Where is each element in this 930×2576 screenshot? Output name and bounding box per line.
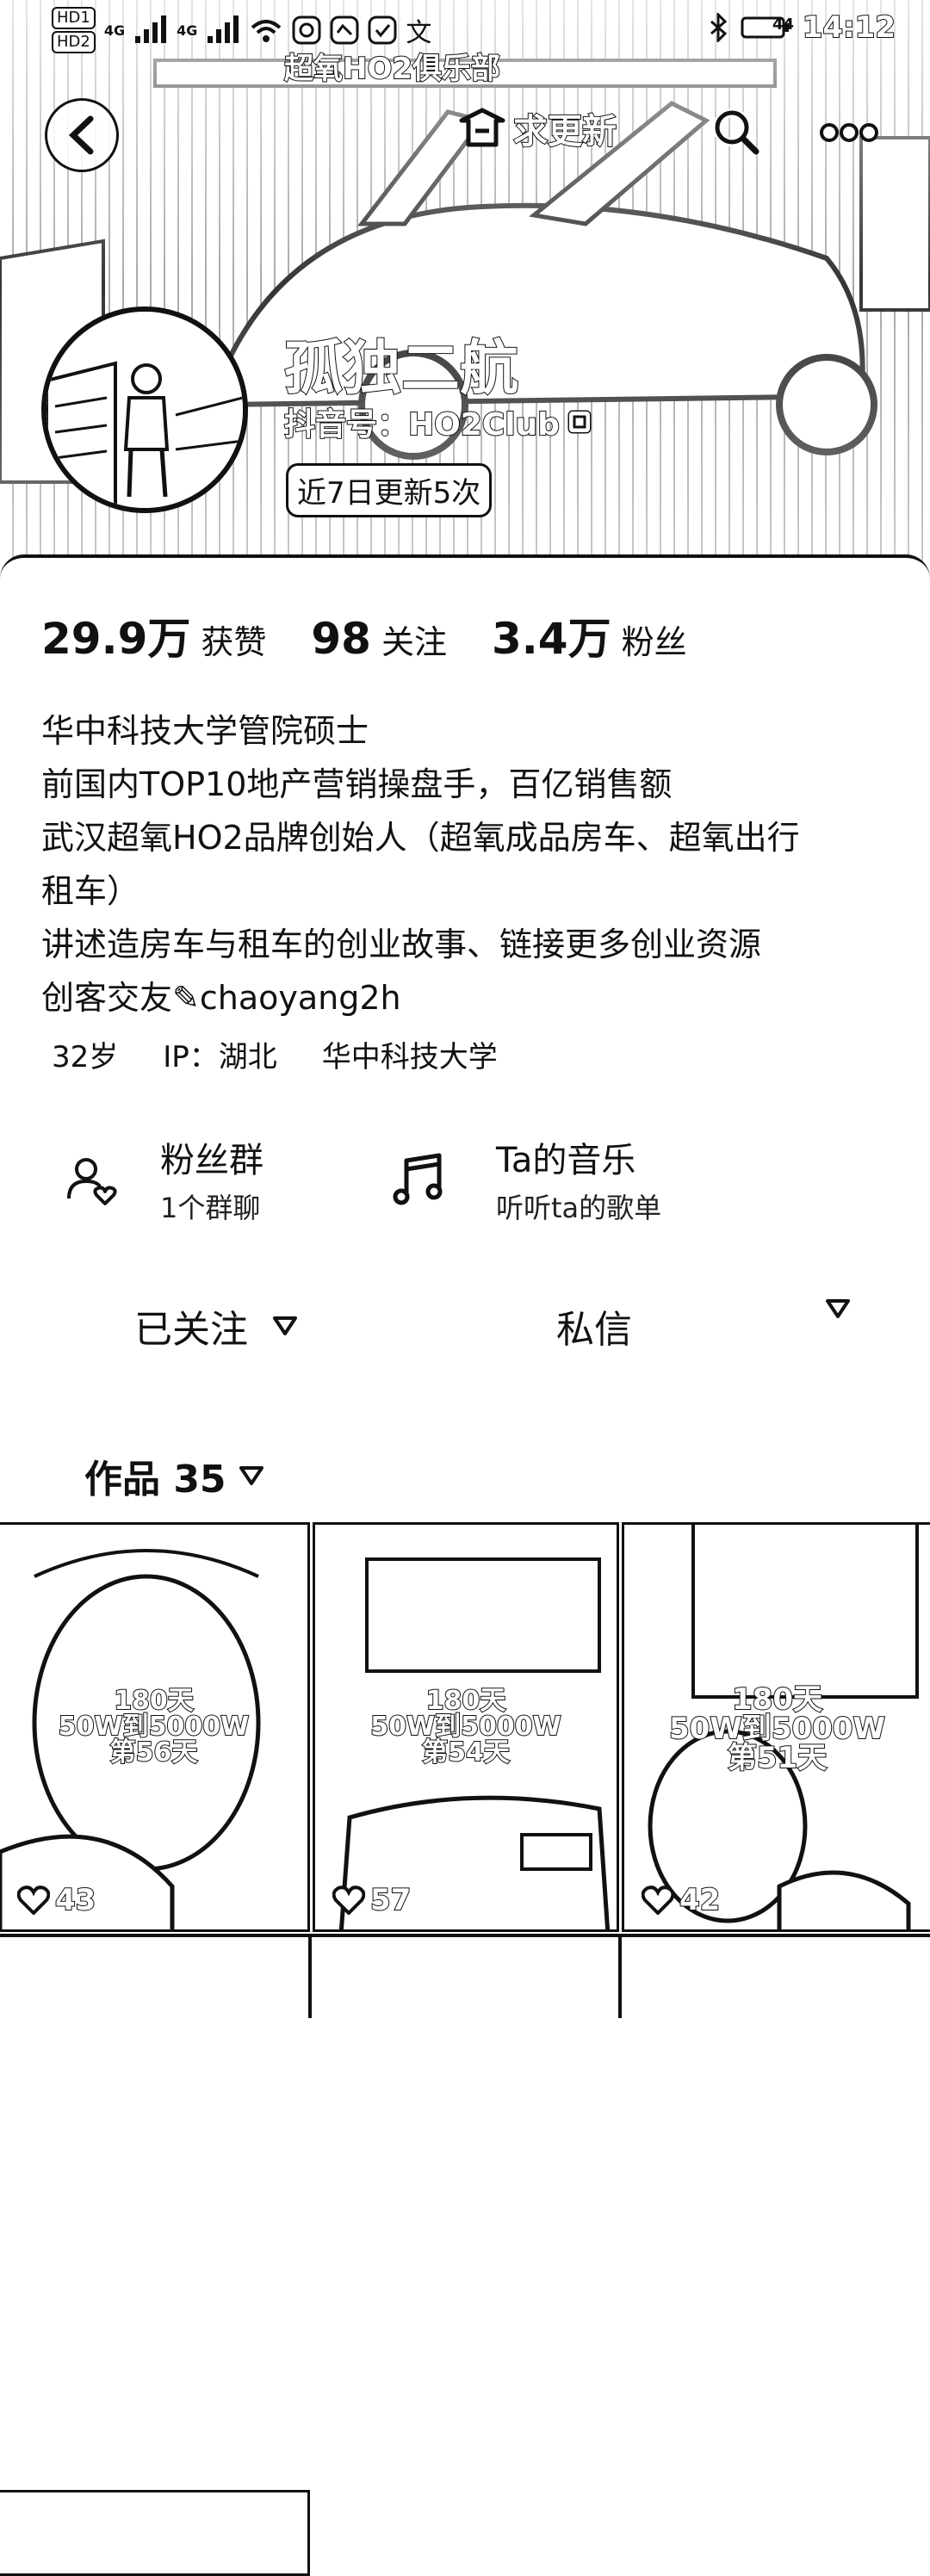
grid-divider (618, 1937, 622, 2018)
following-label[interactable]: 关注 (381, 616, 447, 663)
sim1-indicator: HD1 (52, 7, 96, 29)
request-update-button[interactable]: 求更新 (456, 103, 617, 153)
followers-label[interactable]: 粉丝 (622, 616, 687, 663)
network-type-1: 4G (103, 22, 126, 39)
age-tag: 32岁 (52, 1040, 119, 1074)
profile-meta: 32岁 IP：湖北 华中科技大学 (52, 1033, 498, 1075)
chevron-left-icon (68, 115, 94, 155)
followers-count[interactable]: 3.4万 (492, 604, 611, 666)
video-thumbnail[interactable]: 180天 50W到5000W 第56天 43 (0, 1522, 310, 1932)
bio: 华中科技大学管院硕士 前国内TOP10地产营销操盘手，百亿销售额 武汉超氧HO2… (41, 704, 902, 1025)
video-caption-line: 180天 (113, 1686, 195, 1716)
more-dots-icon (820, 123, 878, 142)
caret-down-icon (826, 1299, 850, 1318)
avatar-photo (46, 312, 243, 508)
message-button[interactable]: 私信 (556, 1298, 632, 1353)
sim2-indicator: HD2 (52, 31, 96, 53)
video-caption-line: 第56天 (109, 1737, 199, 1768)
app-notification-icon (330, 15, 359, 45)
video-caption-line: 180天 (731, 1682, 823, 1717)
fan-group-icon (67, 1158, 117, 1205)
search-icon (713, 108, 760, 155)
fan-group-entry[interactable]: 粉丝群 1个群聊 (65, 1138, 264, 1228)
request-update-label: 求更新 (512, 111, 617, 152)
heart-icon (17, 1886, 50, 1915)
fan-group-title: 粉丝群 (160, 1141, 264, 1180)
banner-sign-text: 超氧HO2俱乐部 (283, 51, 501, 87)
copy-icon (567, 410, 592, 434)
app-notification-icon (292, 15, 321, 45)
wifi-icon (251, 20, 282, 42)
more-options-button[interactable] (815, 108, 884, 157)
video-likes-count: 43 (54, 1882, 96, 1918)
caret-down-icon (273, 1316, 297, 1335)
video-caption-line: 180天 (425, 1686, 507, 1716)
video-caption-line: 50W到5000W (369, 1712, 561, 1742)
music-entry[interactable]: Ta的音乐 听听ta的歌单 (393, 1138, 661, 1228)
works-grid-next-row (0, 1934, 930, 2018)
signal-icon (135, 15, 167, 43)
video-likes-count: 57 (369, 1882, 412, 1918)
works-label: 作品 35 (84, 1458, 226, 1502)
following-count[interactable]: 98 (311, 614, 371, 664)
video-caption: 180天 50W到5000W 第56天 (0, 1686, 307, 1768)
bio-line: 武汉超氧HO2品牌创始人（超氧成品房车、超氧出行 (41, 819, 800, 857)
heart-icon (642, 1886, 674, 1915)
music-subtitle: 听听ta的歌单 (496, 1192, 662, 1224)
music-note-icon (393, 1153, 443, 1205)
video-thumbnail[interactable] (0, 2490, 310, 2576)
douyin-id[interactable]: 抖音号：HO2Club (283, 399, 592, 444)
signal-icon (208, 15, 239, 43)
video-likes: 42 (642, 1882, 721, 1918)
video-caption-line: 第54天 (421, 1737, 511, 1768)
likes-label[interactable]: 获赞 (201, 616, 266, 663)
bio-line: 租车） (41, 872, 140, 910)
heart-icon (332, 1886, 365, 1915)
clock: 14:12 (802, 9, 896, 46)
video-caption-line: 50W到5000W (668, 1712, 886, 1746)
works-tab[interactable]: 作品 35 (84, 1448, 264, 1503)
video-caption: 180天 50W到5000W 第51天 (624, 1682, 930, 1775)
message-label: 私信 (556, 1308, 632, 1352)
follow-button[interactable]: 已关注 (134, 1298, 298, 1353)
bio-line: 前国内TOP10地产营销操盘手，百亿销售额 (41, 765, 673, 803)
video-caption-line: 第51天 (727, 1741, 828, 1775)
network-type-2: 4G (177, 22, 198, 39)
profile-card: 29.9万 获赞 98 关注 3.4万 粉丝 华中科技大学管院硕士 前国内TOP… (0, 554, 930, 2576)
avatar[interactable] (41, 307, 248, 513)
video-likes-count: 42 (679, 1882, 721, 1918)
video-caption-line: 50W到5000W (58, 1712, 250, 1742)
bio-line: 创客交友✎chaoyang2h (41, 979, 401, 1017)
battery-level: 44 (772, 15, 794, 34)
bluetooth-icon (710, 13, 727, 42)
update-frequency-badge[interactable]: 近7日更新5次 (286, 463, 493, 517)
video-caption: 180天 50W到5000W 第54天 (315, 1686, 617, 1768)
video-likes: 57 (332, 1882, 412, 1918)
stats-row: 29.9万 获赞 98 关注 3.4万 粉丝 (41, 604, 732, 666)
more-actions-dropdown[interactable] (825, 1298, 851, 1319)
ip-location-tag: IP：湖北 (163, 1040, 277, 1074)
translate-notification-icon: 文 (406, 18, 432, 48)
app-notification-icon (368, 15, 397, 45)
school-tag[interactable]: 华中科技大学 (322, 1033, 498, 1075)
request-update-icon (459, 108, 505, 147)
bio-line: 华中科技大学管院硕士 (41, 712, 369, 750)
likes-count[interactable]: 29.9万 (41, 604, 190, 666)
video-likes: 43 (17, 1882, 96, 1918)
grid-divider (308, 1937, 312, 2018)
music-title: Ta的音乐 (496, 1141, 636, 1180)
profile-name: 孤独二航 (283, 334, 519, 404)
video-thumbnail[interactable]: 180天 50W到5000W 第51天 42 (622, 1522, 930, 1932)
search-button[interactable] (704, 100, 766, 162)
follow-label: 已关注 (134, 1308, 248, 1352)
caret-down-icon (239, 1466, 264, 1485)
bio-line: 讲述造房车与租车的创业故事、链接更多创业资源 (41, 926, 762, 963)
video-thumbnail[interactable]: 180天 50W到5000W 第54天 57 (313, 1522, 619, 1932)
fan-group-subtitle: 1个群聊 (160, 1192, 261, 1224)
douyin-id-text: 抖音号：HO2Club (283, 406, 561, 443)
back-button[interactable] (45, 98, 119, 172)
